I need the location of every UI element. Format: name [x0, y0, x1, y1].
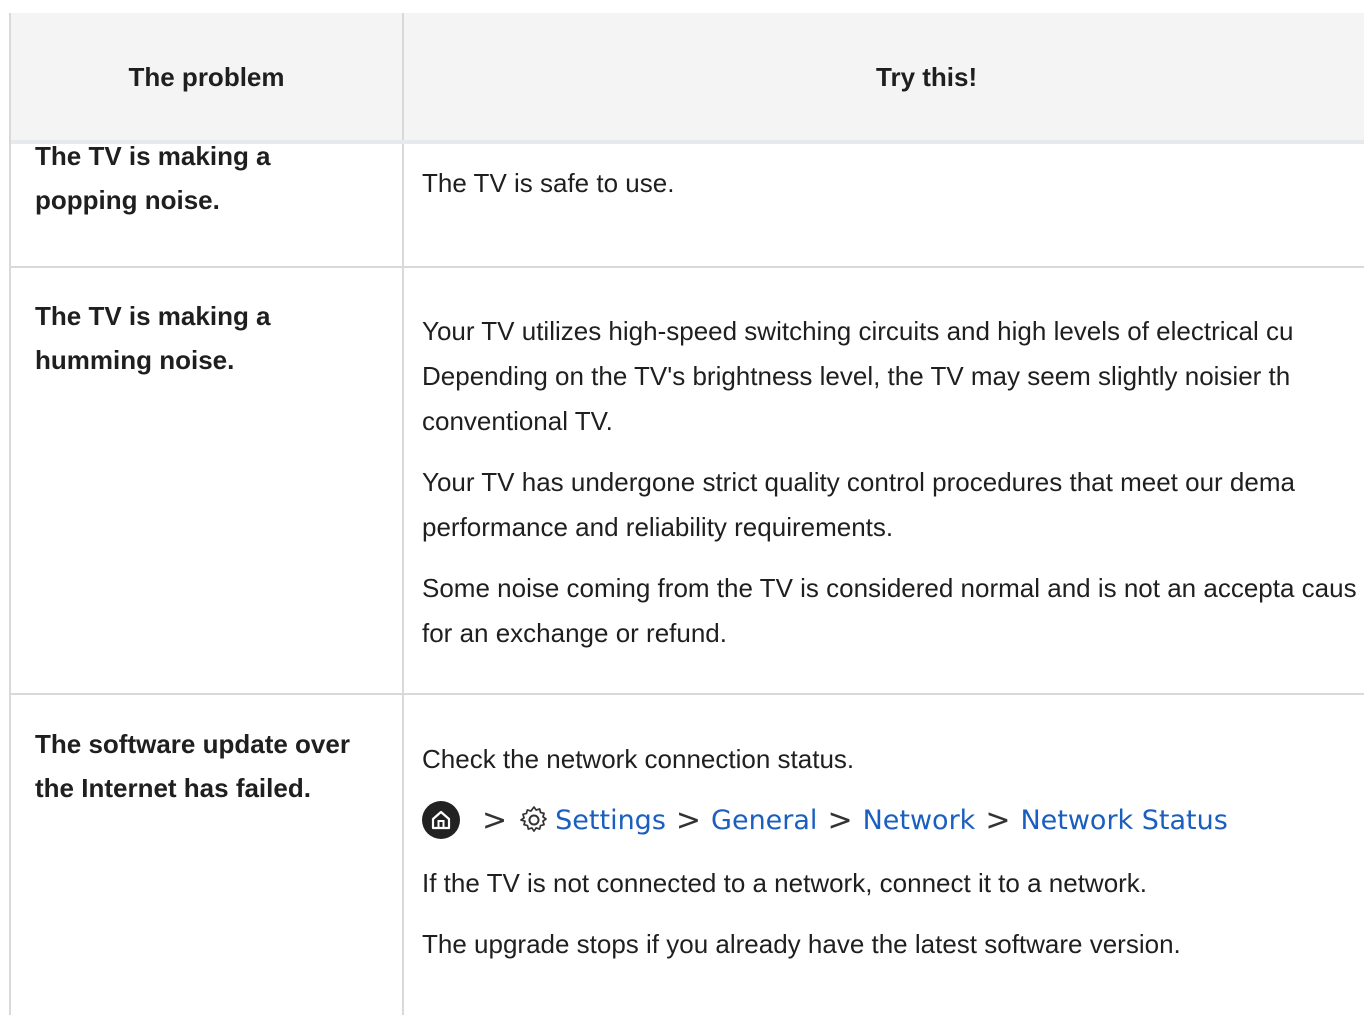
solution-text: If the TV is not connected to a network,…: [422, 868, 1148, 898]
table-row: The TV is making a humming noise. Your T…: [11, 268, 1364, 695]
path-settings[interactable]: Settings: [555, 805, 666, 836]
problem-line: The TV is making a: [35, 141, 271, 171]
problem-cell: The TV is making a humming noise.: [11, 268, 404, 693]
header-problem: The problem: [11, 13, 404, 140]
table-header: The problem Try this!: [11, 13, 1364, 144]
problem-cell: The TV is making a popping noise.: [11, 141, 404, 266]
solution-text: Your TV has undergone strict quality con…: [422, 460, 1357, 550]
chevron-right-icon: >: [482, 802, 508, 838]
troubleshooting-table: The problem Try this! The TV is making a…: [9, 13, 1364, 1015]
path-network-status[interactable]: Network Status: [1020, 805, 1227, 836]
header-try: Try this!: [876, 62, 978, 92]
solution-cell: Check the network connection status. > S…: [404, 695, 1364, 1015]
chevron-right-icon: >: [985, 802, 1011, 838]
solution-text: Some noise coming from the TV is conside…: [422, 566, 1357, 656]
solution-text: Your TV utilizes high-speed switching ci…: [422, 309, 1357, 444]
path-network[interactable]: Network: [863, 805, 976, 836]
solution-text: Check the network connection status.: [422, 744, 855, 774]
solution-text-content: Your TV has undergone strict quality con…: [422, 467, 1295, 542]
solution-text: The TV is safe to use.: [422, 168, 675, 198]
solution-text-content: Your TV utilizes high-speed switching ci…: [422, 316, 1294, 436]
solution-cell: Your TV utilizes high-speed switching ci…: [404, 268, 1364, 693]
settings-path: > Settings > General > Network > Network…: [422, 798, 1364, 842]
problem-line: The software update over: [35, 729, 350, 759]
chevron-right-icon: >: [827, 802, 853, 838]
table-row: The software update over the Internet ha…: [11, 695, 1364, 1015]
gear-icon: [520, 806, 548, 832]
page: The problem Try this! The TV is making a…: [0, 0, 1364, 1015]
solution-text: The upgrade stops if you already have th…: [422, 929, 1181, 959]
problem-line: The TV is making a: [35, 301, 271, 331]
home-icon[interactable]: [422, 801, 460, 839]
problem-cell: The software update over the Internet ha…: [11, 695, 404, 1015]
chevron-right-icon: >: [675, 802, 702, 838]
solution-cell: The TV is safe to use.: [404, 144, 1364, 266]
problem-line: humming noise.: [35, 345, 235, 375]
table-row: The TV is making a popping noise. The TV…: [11, 141, 1364, 268]
problem-line: popping noise.: [35, 185, 220, 215]
path-general[interactable]: General: [711, 805, 817, 836]
problem-line: the Internet has failed.: [35, 773, 311, 803]
solution-text-content: Some noise coming from the TV is conside…: [422, 573, 1357, 648]
